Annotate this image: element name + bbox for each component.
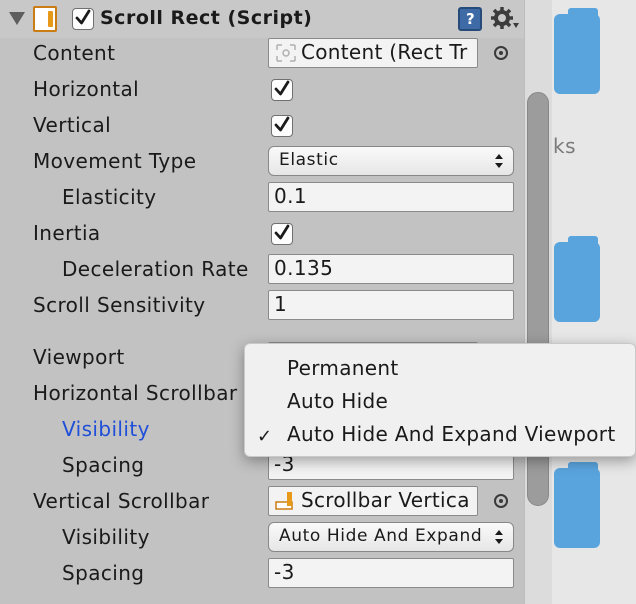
deceleration-rate-input[interactable]: 0.135 (268, 254, 514, 284)
vertical-label: Vertical (33, 113, 112, 137)
vertical-scrollbar-object-field[interactable]: Scrollbar Vertica (268, 486, 478, 516)
vertical-scrollbar-picker-icon[interactable] (494, 494, 508, 508)
folder-label-partial: ks (553, 134, 577, 158)
viewport-label: Viewport (33, 345, 125, 369)
component-header: Scroll Rect (Script) ? (0, 0, 524, 38)
script-icon (33, 6, 57, 32)
rect-transform-icon (276, 44, 296, 62)
component-title: Scroll Rect (Script) (100, 7, 313, 29)
vertical-visibility-value: Auto Hide And Expand (279, 526, 483, 546)
content-picker-icon[interactable] (494, 46, 508, 60)
selected-check-icon: ✓ (257, 426, 273, 447)
content-object-field[interactable]: Content (Rect Tr (268, 38, 478, 68)
vertical-checkbox[interactable] (271, 115, 293, 137)
checkmark-icon (75, 9, 91, 25)
folder-icon[interactable] (554, 8, 600, 94)
inertia-checkbox[interactable] (271, 223, 293, 245)
vertical-visibility-label: Visibility (62, 525, 150, 549)
inertia-label: Inertia (33, 221, 101, 245)
menu-item-auto-hide[interactable]: Auto Hide (287, 389, 388, 413)
elasticity-input[interactable]: 0.1 (268, 182, 514, 212)
gear-icon[interactable] (491, 6, 521, 32)
movement-type-label: Movement Type (33, 149, 197, 173)
horizontal-spacing-label: Spacing (62, 453, 145, 477)
scroll-sensitivity-label: Scroll Sensitivity (33, 293, 206, 317)
elasticity-label: Elasticity (62, 185, 157, 209)
help-book-icon[interactable]: ? (458, 7, 482, 31)
scroll-sensitivity-input[interactable]: 1 (268, 290, 514, 320)
horizontal-scrollbar-label: Horizontal Scrollbar (33, 381, 238, 405)
horizontal-visibility-label: Visibility (62, 417, 150, 441)
deceleration-rate-label: Deceleration Rate (62, 257, 249, 281)
vertical-scrollbar-value: Scrollbar Vertica (301, 488, 470, 512)
movement-type-dropdown[interactable]: Elastic (268, 146, 514, 176)
horizontal-label: Horizontal (33, 77, 140, 101)
content-value: Content (Rect Tr (301, 40, 468, 64)
component-enabled-checkbox[interactable] (72, 8, 94, 30)
vertical-scrollbar-label: Vertical Scrollbar (33, 489, 210, 513)
checkmark-icon (274, 116, 290, 132)
visibility-popup-menu: Permanent Auto Hide ✓ Auto Hide And Expa… (244, 343, 636, 457)
folder-icon[interactable] (554, 236, 600, 322)
folder-icon[interactable] (554, 462, 600, 548)
menu-item-permanent[interactable]: Permanent (287, 356, 398, 380)
vertical-visibility-dropdown[interactable]: Auto Hide And Expand (268, 522, 514, 552)
vertical-spacing-input[interactable]: -3 (268, 558, 514, 588)
dropdown-arrows-icon (495, 154, 503, 168)
movement-type-value: Elastic (279, 150, 339, 170)
checkmark-icon (274, 224, 290, 240)
dropdown-arrows-icon (495, 530, 503, 544)
vertical-spacing-label: Spacing (62, 561, 145, 585)
scrollbar-component-icon (275, 492, 293, 510)
checkmark-icon (274, 80, 290, 96)
foldout-arrow-icon[interactable] (9, 12, 25, 25)
inspector-panel: Scroll Rect (Script) ? Content Content (… (0, 0, 524, 604)
horizontal-checkbox[interactable] (271, 79, 293, 101)
menu-item-auto-hide-expand-viewport[interactable]: Auto Hide And Expand Viewport (287, 422, 615, 446)
content-label: Content (33, 41, 116, 65)
